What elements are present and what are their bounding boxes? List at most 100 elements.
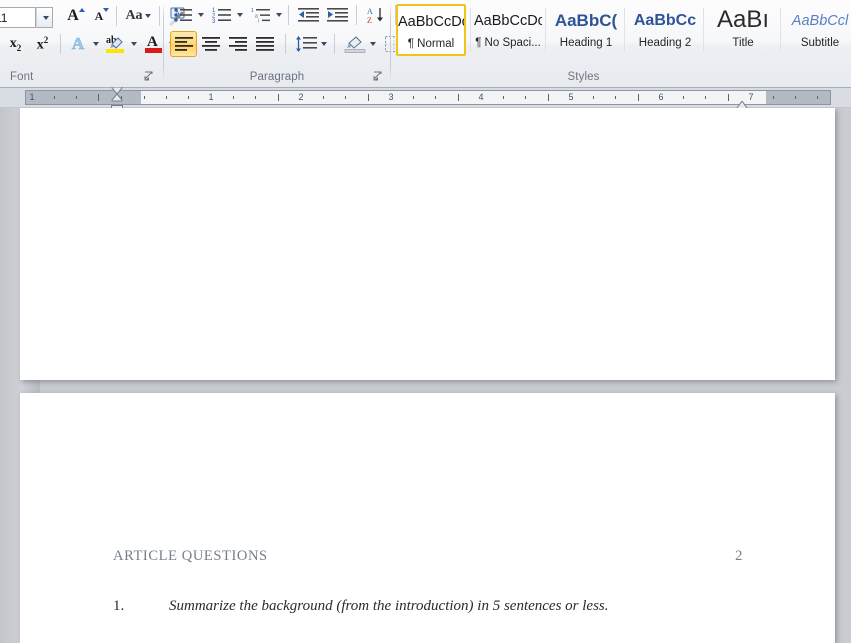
style-item-title[interactable]: AaBı Title: [706, 4, 780, 56]
dialog-launcher-icon: [144, 71, 153, 81]
justify-icon: [255, 36, 274, 51]
bullets-button[interactable]: [170, 2, 196, 28]
divider: [116, 6, 117, 26]
ruler-number: 4: [478, 92, 484, 102]
style-name: Heading 1: [559, 37, 613, 49]
divider: [288, 5, 289, 25]
right-indent-marker[interactable]: [736, 97, 748, 110]
style-item-heading-1[interactable]: AaBbC( Heading 1: [548, 4, 624, 56]
font-color-icon: A: [145, 34, 163, 54]
style-name: Title: [732, 37, 754, 49]
text-effects-button[interactable]: A: [65, 31, 91, 57]
line-spacing-button[interactable]: [293, 31, 319, 57]
divider: [470, 8, 471, 52]
svg-text:3: 3: [212, 19, 216, 23]
chevron-down-icon[interactable]: [237, 13, 243, 17]
style-item-subtitle[interactable]: AaBbCcl Subtitle: [783, 4, 851, 56]
change-case-icon: Aa: [125, 8, 143, 23]
document-page-2[interactable]: ARTICLE QUESTIONS 2 1. Summarize the back…: [20, 393, 835, 643]
chevron-down-icon[interactable]: [370, 42, 376, 46]
decrease-indent-button[interactable]: [295, 2, 321, 28]
superscript-button[interactable]: x2: [29, 31, 56, 57]
paragraph-dialog-launcher[interactable]: [372, 70, 384, 82]
page-header: ARTICLE QUESTIONS 2: [113, 548, 743, 565]
style-preview: AaBbCcDc: [474, 13, 542, 29]
font-size-dropdown-arrow[interactable]: [36, 7, 53, 28]
divider: [780, 8, 781, 52]
increase-indent-button[interactable]: [324, 2, 350, 28]
font-size-combo[interactable]: 11: [0, 2, 60, 30]
chevron-down-icon: [42, 15, 49, 20]
align-right-icon: [228, 36, 247, 51]
divider: [159, 6, 160, 26]
font-size-value: 11: [0, 10, 8, 25]
style-preview: AaBbCc: [633, 12, 697, 29]
chevron-down-icon[interactable]: [93, 42, 99, 46]
ruler-number: 7: [748, 92, 754, 102]
horizontal-ruler[interactable]: 1 1 2 3 4 5 6 7: [25, 86, 831, 112]
line-spacing-icon: [296, 35, 317, 52]
ruler-bar: 1 1 2 3 4 5 6 7: [0, 86, 851, 112]
grow-font-button[interactable]: A: [60, 3, 86, 29]
sort-button[interactable]: A Z: [363, 2, 389, 28]
align-center-button[interactable]: [197, 31, 224, 57]
chevron-down-icon[interactable]: [144, 14, 151, 18]
text-highlight-color-icon: ab: [106, 34, 126, 54]
divider: [703, 8, 704, 52]
divider: [545, 8, 546, 52]
change-case-button[interactable]: Aa: [121, 3, 155, 29]
chevron-down-icon[interactable]: [276, 13, 282, 17]
ruler-number: 6: [658, 92, 664, 102]
chevron-down-icon[interactable]: [131, 42, 137, 46]
chevron-down-icon[interactable]: [198, 13, 204, 17]
style-preview: AaBbCcDc: [398, 14, 464, 30]
chevron-down-icon[interactable]: [321, 42, 327, 46]
decrease-indent-icon: [297, 8, 319, 22]
ruler-number: 3: [388, 92, 394, 102]
font-size-input[interactable]: 11: [0, 7, 36, 28]
style-preview: AaBbC(: [554, 11, 618, 30]
dialog-launcher-icon: [373, 71, 382, 81]
svg-text:Z: Z: [367, 16, 372, 24]
align-right-button[interactable]: [224, 31, 251, 57]
style-item-heading-2[interactable]: AaBbCc Heading 2: [627, 4, 703, 56]
question-number: 1.: [113, 598, 125, 614]
document-page-1[interactable]: [20, 108, 835, 380]
paragraph-group-row-2: [170, 31, 415, 57]
divider: [60, 34, 61, 54]
justify-button[interactable]: [251, 31, 278, 57]
style-item-normal[interactable]: AaBbCcDc ¶ Normal: [396, 4, 466, 56]
sort-icon: A Z: [367, 7, 383, 24]
ruler-text-area: [141, 91, 766, 104]
font-group-row-2: x2 x2 A ab A: [2, 31, 175, 57]
shading-button[interactable]: [342, 31, 368, 57]
grow-font-icon: A: [67, 7, 85, 25]
paragraph-group-label: Paragraph: [249, 71, 305, 83]
text-highlight-color-button[interactable]: ab: [103, 31, 129, 57]
numbering-button[interactable]: 1 2 3: [209, 2, 235, 28]
styles-group-label: Styles: [567, 71, 600, 83]
header-title: ARTICLE QUESTIONS: [113, 548, 268, 564]
multilevel-list-button[interactable]: 1 a i: [248, 2, 274, 28]
shrink-font-icon: A: [95, 7, 110, 25]
style-name: ¶ No Spaci...: [475, 37, 541, 49]
font-dialog-launcher[interactable]: [143, 70, 155, 82]
subscript-button[interactable]: x2: [2, 31, 29, 57]
style-preview: AaBı: [716, 6, 770, 33]
paragraph-group: 1 2 3 1 a i A Z Paragraph: [164, 0, 420, 87]
style-name: Heading 2: [638, 37, 692, 49]
multilevel-list-icon: 1 a i: [251, 8, 270, 23]
divider: [334, 34, 335, 54]
svg-text:i: i: [258, 19, 259, 23]
style-item-no-spacing[interactable]: AaBbCcDc ¶ No Spaci...: [473, 4, 543, 56]
styles-group: AaBbCcDc ¶ Normal AaBbCcDc ¶ No Spaci...…: [391, 0, 851, 87]
divider: [624, 8, 625, 52]
style-name: Subtitle: [800, 37, 840, 49]
shrink-font-button[interactable]: A: [86, 3, 112, 29]
style-name: ¶ Normal: [407, 38, 455, 50]
numbering-icon: 1 2 3: [212, 8, 231, 23]
superscript-icon: x2: [36, 34, 49, 53]
font-group: 11 A A Aa: [0, 0, 185, 87]
document-canvas[interactable]: ARTICLE QUESTIONS 2 1. Summarize the back…: [0, 108, 851, 643]
align-left-button[interactable]: [170, 31, 197, 57]
